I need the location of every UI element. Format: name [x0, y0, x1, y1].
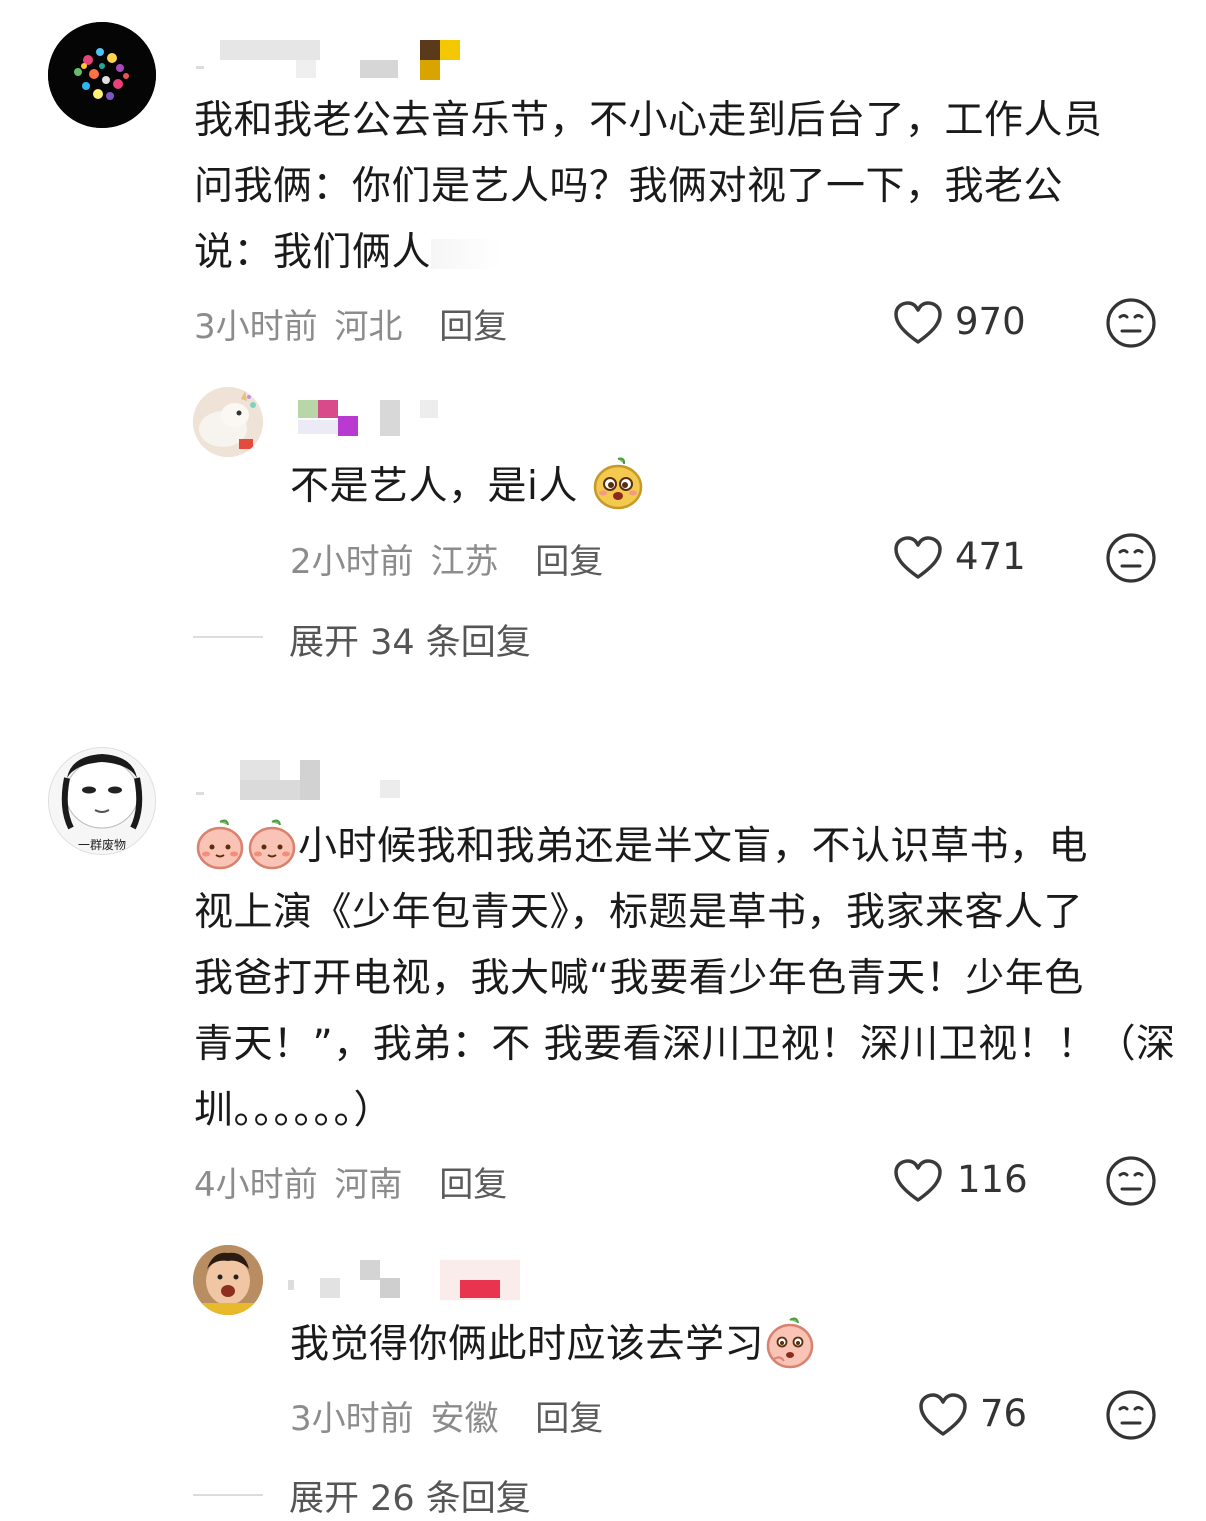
reply-button[interactable]: 回复 — [535, 1399, 603, 1439]
comment-line: 问我俩：你们是艺人吗？我俩对视了一下，我老公 — [194, 164, 1064, 209]
reply-button[interactable]: 回复 — [535, 542, 603, 582]
comment-time: 4小时前 — [194, 1165, 318, 1205]
user-badge-redacted — [360, 40, 460, 80]
heart-outline-icon — [894, 1159, 942, 1202]
like-button[interactable]: 471 — [893, 533, 1033, 585]
reply-meta: 3小时前 安徽 回复 — [290, 1391, 603, 1440]
reply-text: 不是艺人，是i人 — [290, 454, 645, 520]
comment-line: 青天！”，我弟：不 我要看深川卫视！深川卫视！！（深 — [194, 1022, 1176, 1067]
meh-face-icon[interactable] — [1105, 532, 1157, 584]
reply-meta: 2小时前 江苏 回复 — [290, 534, 603, 583]
user-avatar[interactable] — [48, 22, 156, 128]
user-avatar[interactable]: 一群废物 — [48, 747, 156, 855]
reply-button[interactable]: 回复 — [439, 1165, 507, 1205]
comment-meta: 4小时前 河南 回复 — [194, 1157, 507, 1206]
comment-line: 我和我老公去音乐节，不小心走到后台了，工作人员 — [194, 98, 1103, 143]
reply-user-avatar[interactable] — [193, 387, 263, 457]
comment-location: 河南 — [334, 1165, 403, 1205]
like-count: 116 — [957, 1158, 1028, 1201]
comment-time: 3小时前 — [194, 307, 318, 347]
reply-location: 安徽 — [430, 1399, 499, 1439]
comment-text: 小时候我和我弟还是半文盲，不认识草书，电 视上演《少年包青天》，标题是草书，我家… — [194, 814, 1176, 1144]
username-redacted — [196, 760, 400, 800]
heart-outline-icon — [894, 536, 942, 579]
meh-face-icon[interactable] — [1105, 1389, 1157, 1441]
expand-replies-button[interactable]: 展开 26 条回复 — [289, 1470, 531, 1521]
comment-line: 我爸打开电视，我大喊“我要看少年色青天！少年色 — [194, 956, 1084, 1001]
blurred-text-segment — [431, 239, 502, 269]
comment-line: 小时候我和我弟还是半文盲，不认识草书，电 — [194, 814, 1176, 880]
comment-location: 河北 — [334, 307, 403, 347]
peach-sticker-icon — [766, 1317, 814, 1369]
comment-line: 视上演《少年包青天》，标题是草书，我家来客人了 — [194, 890, 1084, 935]
like-count: 76 — [980, 1392, 1028, 1435]
avatar-caption: 一群废物 — [77, 838, 126, 852]
expand-divider — [193, 636, 263, 638]
reply-time: 2小时前 — [290, 542, 414, 582]
reply-text: 我觉得你俩此时应该去学习 — [290, 1312, 816, 1378]
peach-sticker-icon — [248, 819, 296, 870]
username-redacted — [196, 40, 320, 78]
comment-text: 我和我老公去音乐节，不小心走到后台了，工作人员 问我俩：你们是艺人吗？我俩对视了… — [194, 88, 1103, 286]
meh-face-icon[interactable] — [1105, 1155, 1157, 1207]
like-count: 471 — [955, 535, 1026, 578]
like-button[interactable]: 970 — [893, 298, 1033, 350]
reply-location: 江苏 — [430, 542, 499, 582]
reply-button[interactable]: 回复 — [439, 307, 507, 347]
meh-face-icon[interactable] — [1105, 297, 1157, 349]
comment-line: 说：我们俩人 — [194, 220, 1103, 286]
heart-outline-icon — [919, 1393, 967, 1436]
like-count: 970 — [955, 300, 1026, 343]
peach-sticker-icon — [196, 819, 244, 870]
heart-outline-icon — [894, 301, 942, 344]
like-button[interactable]: 116 — [893, 1156, 1033, 1208]
comment-meta: 3小时前 河北 回复 — [194, 299, 507, 348]
expand-replies-button[interactable]: 展开 34 条回复 — [289, 614, 531, 665]
reply-time: 3小时前 — [290, 1399, 414, 1439]
like-button[interactable]: 76 — [918, 1390, 1038, 1442]
expand-divider — [193, 1494, 263, 1496]
mango-sticker-icon — [593, 457, 642, 510]
comment-line: 圳。。。。。。） — [194, 1088, 394, 1133]
reply-username-redacted — [298, 398, 440, 440]
reply-username-redacted — [288, 1258, 520, 1300]
reply-user-avatar[interactable] — [193, 1245, 263, 1315]
